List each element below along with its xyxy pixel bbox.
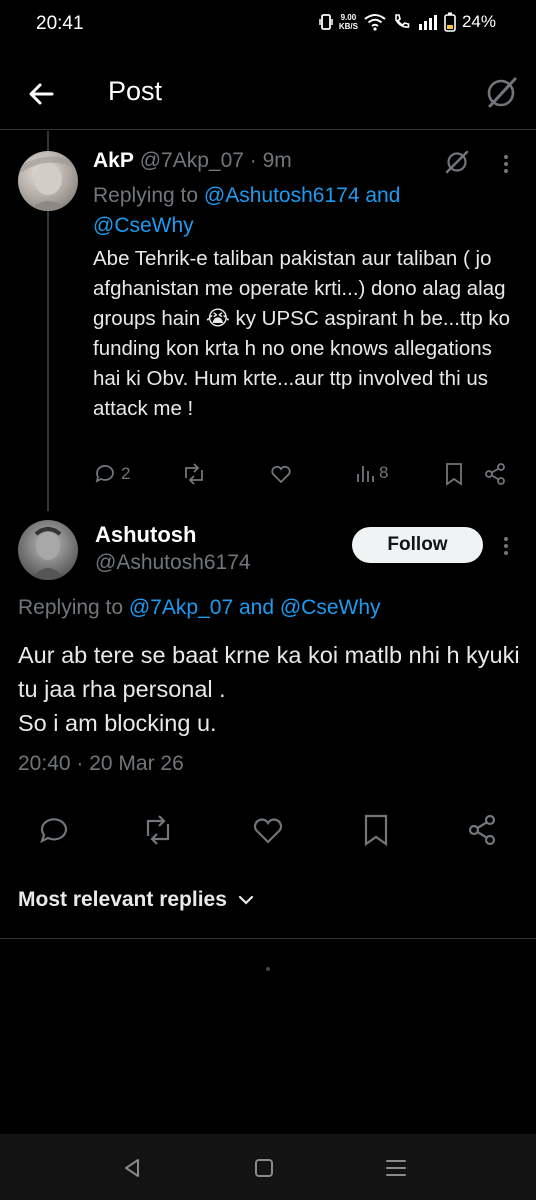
- heart-icon: [253, 818, 283, 844]
- bookmark-icon: [364, 814, 388, 847]
- views-button[interactable]: 8: [355, 462, 388, 484]
- bookmark-icon: [446, 463, 462, 486]
- back-button[interactable]: [24, 76, 60, 112]
- bookmark-button[interactable]: [443, 462, 465, 486]
- triangle-back-icon: [125, 1159, 139, 1177]
- menu-lines-icon: [386, 1160, 406, 1176]
- status-time: 20:41: [36, 13, 84, 34]
- replying-to: Replying to @Ashutosh6174 and @CseWhy: [93, 184, 401, 237]
- battery-icon: [444, 12, 456, 32]
- mention-link[interactable]: @7Akp_07: [129, 596, 233, 619]
- reply-count: 2: [121, 464, 131, 483]
- sort-label: Most relevant replies: [18, 888, 227, 911]
- post-text: Aur ab tere se baat krne ka koi matlb nh…: [18, 642, 520, 736]
- repost-button[interactable]: [140, 812, 176, 848]
- reply-text: Abe Tehrik-e taliban pakistan aur taliba…: [93, 247, 511, 420]
- author-name[interactable]: Ashutosh: [95, 522, 196, 548]
- sort-replies-button[interactable]: Most relevant replies: [18, 888, 255, 912]
- reply-button[interactable]: 2: [93, 462, 130, 486]
- mention-link[interactable]: @CseWhy: [280, 596, 381, 619]
- avatar[interactable]: [18, 151, 78, 211]
- status-icons: 9.00 KB/S 24%: [319, 12, 496, 32]
- more-vertical-icon: [504, 537, 508, 555]
- home-nav-button[interactable]: [250, 1154, 278, 1182]
- mention-link[interactable]: @Ashutosh6174: [204, 184, 360, 207]
- comment-icon: [40, 818, 68, 844]
- reply-button[interactable]: [36, 812, 72, 848]
- square-home-icon: [255, 1159, 273, 1177]
- wifi-icon: [364, 14, 386, 31]
- battery-percent: 24%: [461, 12, 496, 31]
- page-title: Post: [108, 76, 163, 106]
- bar-chart-icon: [357, 466, 374, 482]
- heart-icon: [271, 465, 291, 484]
- replying-to: Replying to @7Akp_07 and @CseWhy: [18, 596, 381, 619]
- follow-button[interactable]: Follow: [352, 527, 483, 563]
- net-speed: 9.00 KB/S: [338, 13, 358, 31]
- recents-nav-button[interactable]: [382, 1154, 410, 1182]
- repost-button[interactable]: [181, 462, 207, 486]
- reply-header: AkP @7Akp_07 · 9m: [93, 149, 292, 173]
- avatar-image: [30, 527, 66, 580]
- divider: [0, 938, 536, 939]
- grok-icon: [487, 77, 517, 108]
- comment-icon: [95, 465, 114, 483]
- more-vertical-icon: [504, 155, 508, 173]
- author-handle[interactable]: @7Akp_07: [140, 149, 244, 172]
- repost-icon: [185, 463, 203, 485]
- reply-actions: 2 8: [93, 462, 513, 492]
- author-name[interactable]: AkP: [93, 149, 134, 172]
- post-actions: [0, 812, 536, 852]
- mention-link[interactable]: @CseWhy: [93, 214, 194, 237]
- grok-icon: [445, 150, 469, 174]
- separator: ·: [243, 149, 263, 172]
- author-handle[interactable]: @Ashutosh6174: [95, 551, 251, 575]
- vibrate-icon: [319, 14, 333, 30]
- status-bar: 20:41 9.00 KB/S 24%: [0, 0, 536, 50]
- loading-dot: [266, 967, 270, 971]
- more-options-button[interactable]: [496, 532, 516, 560]
- share-icon: [485, 463, 505, 485]
- share-button[interactable]: [464, 812, 500, 848]
- share-icon: [468, 814, 496, 846]
- grok-button[interactable]: [440, 148, 474, 176]
- signal-icon: [418, 15, 437, 30]
- view-count: 8: [379, 463, 389, 482]
- arrow-left-icon: [29, 83, 54, 105]
- chevron-down-icon: [238, 895, 254, 905]
- system-navigation-bar: [0, 1134, 536, 1200]
- repost-icon: [146, 815, 170, 845]
- like-button[interactable]: [250, 812, 286, 848]
- avatar-image: [18, 156, 78, 211]
- like-button[interactable]: [269, 462, 293, 486]
- post-time: 9m: [262, 149, 292, 172]
- avatar[interactable]: [18, 520, 78, 580]
- grok-button[interactable]: [482, 74, 520, 112]
- back-nav-button[interactable]: [118, 1154, 146, 1182]
- post-header: Post: [0, 60, 536, 130]
- bookmark-button[interactable]: [358, 812, 394, 848]
- post-timestamp: 20:40 · 20 Mar 26: [18, 752, 184, 775]
- share-button[interactable]: [483, 462, 507, 486]
- more-options-button[interactable]: [496, 150, 516, 178]
- call-icon: [395, 14, 410, 28]
